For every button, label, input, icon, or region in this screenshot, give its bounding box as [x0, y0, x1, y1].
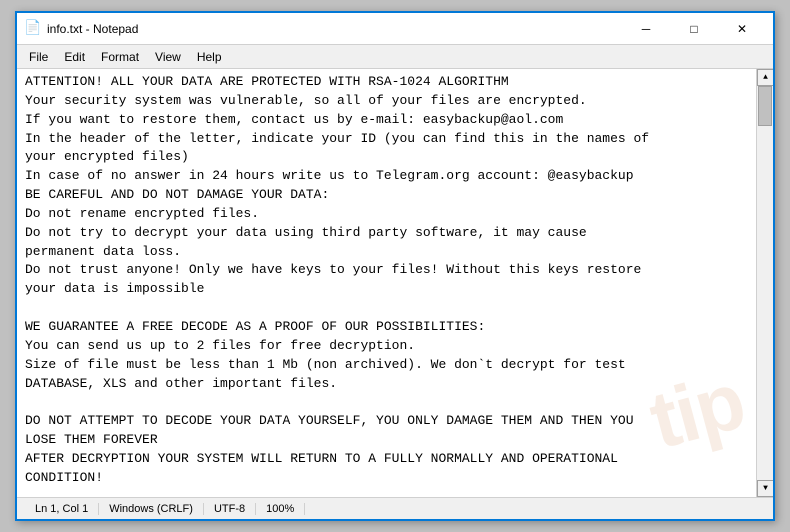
menu-format[interactable]: Format	[93, 48, 147, 66]
title-bar: 📄 info.txt - Notepad ─ □ ✕	[17, 13, 773, 45]
menu-view[interactable]: View	[147, 48, 189, 66]
status-bar: Ln 1, Col 1 Windows (CRLF) UTF-8 100%	[17, 497, 773, 519]
scrollbar[interactable]: ▲ ▼	[756, 69, 773, 497]
menu-help[interactable]: Help	[189, 48, 230, 66]
notepad-window: 📄 info.txt - Notepad ─ □ ✕ File Edit For…	[15, 11, 775, 521]
close-button[interactable]: ✕	[719, 14, 765, 44]
status-zoom: 100%	[256, 503, 305, 515]
status-cursor: Ln 1, Col 1	[25, 503, 99, 515]
app-icon: 📄	[25, 21, 41, 37]
content-area: ATTENTION! ALL YOUR DATA ARE PROTECTED W…	[17, 69, 773, 497]
status-eol: Windows (CRLF)	[99, 503, 204, 515]
title-bar-controls: ─ □ ✕	[623, 14, 765, 44]
scrollbar-thumb[interactable]	[758, 86, 772, 126]
menu-edit[interactable]: Edit	[56, 48, 93, 66]
text-editor[interactable]: ATTENTION! ALL YOUR DATA ARE PROTECTED W…	[17, 69, 756, 497]
minimize-button[interactable]: ─	[623, 14, 669, 44]
status-encoding: UTF-8	[204, 503, 256, 515]
title-bar-left: 📄 info.txt - Notepad	[25, 21, 138, 37]
menu-file[interactable]: File	[21, 48, 56, 66]
maximize-button[interactable]: □	[671, 14, 717, 44]
scroll-up-button[interactable]: ▲	[757, 69, 773, 86]
scrollbar-track[interactable]	[757, 86, 773, 480]
scroll-down-button[interactable]: ▼	[757, 480, 773, 497]
window-title: info.txt - Notepad	[47, 22, 138, 36]
menu-bar: File Edit Format View Help	[17, 45, 773, 69]
